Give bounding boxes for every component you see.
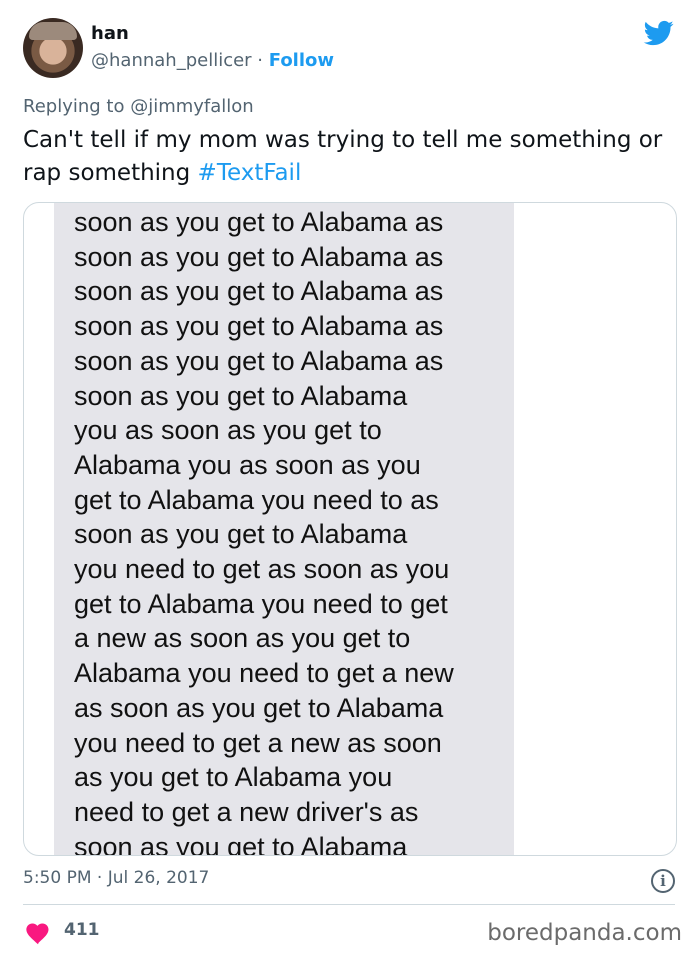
tweet-timestamp[interactable]: 5:50 PM · Jul 26, 2017	[23, 868, 209, 888]
twitter-bird-icon[interactable]	[642, 18, 676, 48]
hashtag-link[interactable]: #TextFail	[198, 160, 302, 186]
divider	[23, 904, 675, 905]
reply-context[interactable]: Replying to @jimmyfallon	[23, 96, 254, 117]
author-handle[interactable]: @hannah_pellicer	[91, 50, 252, 71]
author-display-name[interactable]: han	[91, 23, 129, 44]
message-text: soon as you get to Alabama as soon as yo…	[74, 207, 454, 856]
heart-icon[interactable]	[24, 919, 52, 945]
author-handle-row: @hannah_pellicer · Follow	[91, 50, 334, 71]
info-icon[interactable]: i	[651, 869, 675, 893]
handle-separator: ·	[251, 50, 269, 71]
tweet-media-image[interactable]: soon as you get to Alabama as soon as yo…	[23, 202, 677, 856]
watermark: boredpanda.com	[487, 920, 682, 946]
tweet-body: Can't tell if my mom was trying to tell …	[23, 127, 663, 186]
author-avatar[interactable]	[23, 18, 83, 78]
follow-button[interactable]: Follow	[269, 50, 334, 71]
like-count[interactable]: 411	[64, 920, 100, 940]
tweet-text: Can't tell if my mom was trying to tell …	[23, 124, 663, 190]
